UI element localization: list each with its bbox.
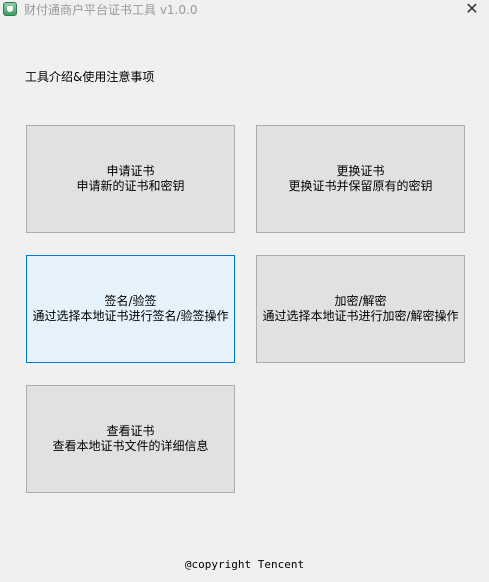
tile-title: 查看证书 [106, 424, 155, 438]
encrypt-decrypt-button[interactable]: 加密/解密 通过选择本地证书进行加密/解密操作 [256, 255, 465, 363]
intro-usage-notes-link[interactable]: 工具介绍&使用注意事项 [25, 68, 154, 85]
sign-verify-button[interactable]: 签名/验签 通过选择本地证书进行签名/验签操作 [26, 255, 235, 363]
replace-certificate-button[interactable]: 更换证书 更换证书并保留原有的密钥 [256, 125, 465, 233]
close-icon[interactable]: ✕ [455, 0, 489, 18]
window-title: 财付通商户平台证书工具 v1.0.0 [24, 3, 198, 17]
tile-subtitle: 通过选择本地证书进行加密/解密操作 [262, 309, 459, 323]
title-bar: 财付通商户平台证书工具 v1.0.0 ✕ [0, 0, 489, 18]
shield-app-icon [3, 2, 17, 16]
tile-title: 签名/验签 [104, 294, 157, 308]
tile-subtitle: 申请新的证书和密钥 [76, 179, 185, 193]
tile-subtitle: 通过选择本地证书进行签名/验签操作 [32, 309, 229, 323]
view-certificate-button[interactable]: 查看证书 查看本地证书文件的详细信息 [26, 385, 235, 493]
tile-title: 加密/解密 [334, 294, 387, 308]
tile-title: 更换证书 [336, 164, 385, 178]
tile-subtitle: 查看本地证书文件的详细信息 [52, 439, 209, 453]
tile-title: 申请证书 [106, 164, 155, 178]
apply-certificate-button[interactable]: 申请证书 申请新的证书和密钥 [26, 125, 235, 233]
copyright-text: @copyright Tencent [184, 558, 305, 571]
tile-subtitle: 更换证书并保留原有的密钥 [288, 179, 433, 193]
